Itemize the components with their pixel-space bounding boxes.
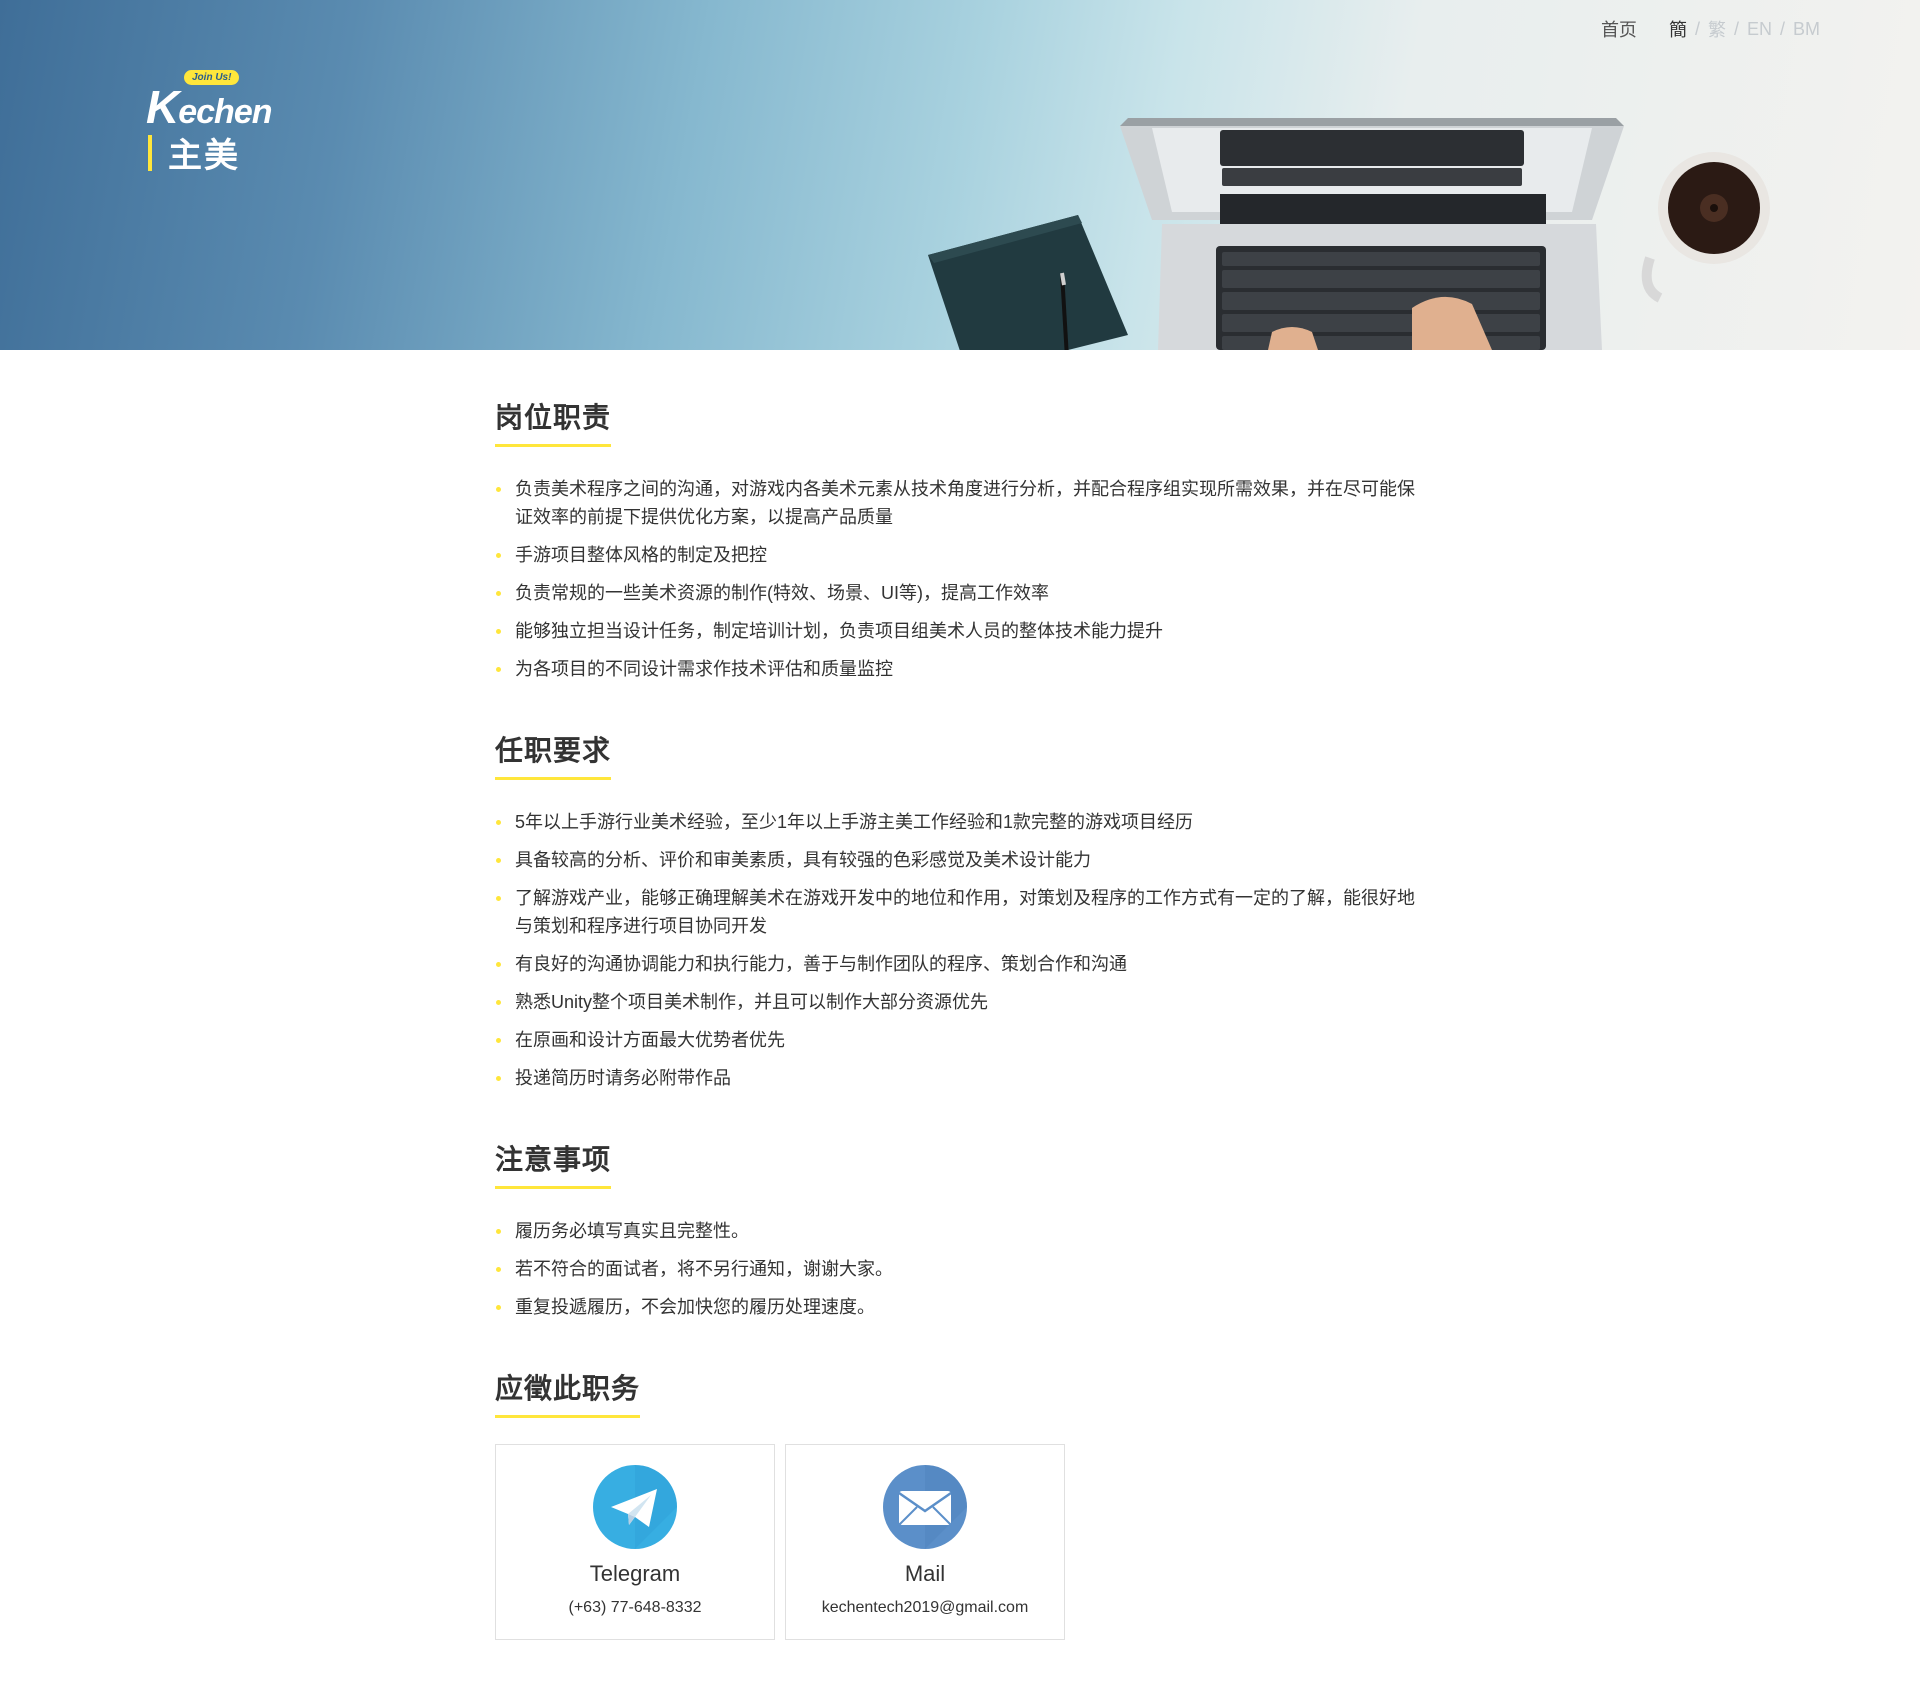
telegram-icon xyxy=(593,1465,677,1549)
list-item: 熟悉Unity整个项目美术制作，并且可以制作大部分资源优先 xyxy=(495,988,1425,1016)
notes-list: 履历务必填写真实且完整性。 若不符合的面试者，将不另行通知，谢谢大家。 重复投遞… xyxy=(495,1217,1425,1321)
notebook-illustration xyxy=(928,215,1128,350)
logo-wordmark: Kechen xyxy=(146,80,273,134)
page-title: 主美 xyxy=(168,137,240,175)
lang-separator: / xyxy=(1733,18,1739,39)
card-name: Mail xyxy=(904,1561,946,1586)
section-title: 应徵此职务 xyxy=(495,1367,641,1418)
card-value: kechentech2019@gmail.com xyxy=(821,1599,1029,1616)
list-item: 有良好的沟通协调能力和执行能力，善于与制作团队的程序、策划合作和沟通 xyxy=(495,950,1425,978)
hero-banner: Join Us! Kechen 主美 首页 簡 / 繁 / EN / BM xyxy=(0,0,1920,350)
requirements-list: 5年以上手游行业美术经验，至少1年以上手游主美工作经验和1款完整的游戏项目经历 … xyxy=(495,808,1425,1092)
list-item: 若不符合的面试者，将不另行通知，谢谢大家。 xyxy=(495,1255,1425,1283)
contact-cards: Telegram (+63) 77-648-8332 Mail kechente… xyxy=(495,1444,1425,1640)
logo-rest: echen xyxy=(178,93,272,131)
lang-separator: / xyxy=(1694,18,1700,39)
list-item: 投递简历时请务必附带作品 xyxy=(495,1064,1425,1092)
section-title: 任职要求 xyxy=(495,729,612,780)
list-item: 在原画和设计方面最大优势者优先 xyxy=(495,1026,1425,1054)
section-responsibilities: 岗位职责 负责美术程序之间的沟通，对游戏内各美术元素从技术角度进行分析，并配合程… xyxy=(495,396,1425,683)
responsibilities-list: 负责美术程序之间的沟通，对游戏内各美术元素从技术角度进行分析，并配合程序组实现所… xyxy=(495,475,1425,683)
list-item: 了解游戏产业，能够正确理解美术在游戏开发中的地位和作用，对策划及程序的工作方式有… xyxy=(495,884,1425,940)
top-nav: 首页 簡 / 繁 / EN / BM xyxy=(1601,16,1820,42)
section-title: 岗位职责 xyxy=(495,396,612,447)
card-name: Telegram xyxy=(589,1561,681,1586)
lang-english[interactable]: EN xyxy=(1747,19,1772,40)
lang-simplified[interactable]: 簡 xyxy=(1669,16,1687,42)
logo-k: K xyxy=(146,81,179,133)
coffee-mug-illustration xyxy=(1641,152,1770,303)
card-value: (+63) 77-648-8332 xyxy=(568,1599,702,1616)
list-item: 负责美术程序之间的沟通，对游戏内各美术元素从技术角度进行分析，并配合程序组实现所… xyxy=(495,475,1425,531)
list-item: 履历务必填写真实且完整性。 xyxy=(495,1217,1425,1245)
list-item: 手游项目整体风格的制定及把控 xyxy=(495,541,1425,569)
job-content: 岗位职责 负责美术程序之间的沟通，对游戏内各美术元素从技术角度进行分析，并配合程… xyxy=(495,350,1425,1640)
list-item: 负责常规的一些美术资源的制作(特效、场景、UI等)，提高工作效率 xyxy=(495,579,1425,607)
laptop-illustration xyxy=(1120,118,1624,350)
list-item: 为各项目的不同设计需求作技术评估和质量监控 xyxy=(495,655,1425,683)
list-item: 具备较高的分析、评价和审美素质，具有较强的色彩感觉及美术设计能力 xyxy=(495,846,1425,874)
list-item: 能够独立担当设计任务，制定培训计划，负责项目组美术人员的整体技术能力提升 xyxy=(495,617,1425,645)
list-item: 重复投遞履历，不会加快您的履历处理速度。 xyxy=(495,1293,1425,1321)
mail-icon xyxy=(883,1465,967,1549)
page-title-row: 主美 xyxy=(148,128,240,177)
list-item: 5年以上手游行业美术经验，至少1年以上手游主美工作经验和1款完整的游戏项目经历 xyxy=(495,808,1425,836)
nav-home-link[interactable]: 首页 xyxy=(1601,16,1637,42)
lang-malay[interactable]: BM xyxy=(1793,19,1820,40)
section-notes: 注意事项 履历务必填写真实且完整性。 若不符合的面试者，将不另行通知，谢谢大家。… xyxy=(495,1138,1425,1321)
title-accent-bar xyxy=(148,134,152,171)
section-requirements: 任职要求 5年以上手游行业美术经验，至少1年以上手游主美工作经验和1款完整的游戏… xyxy=(495,729,1425,1092)
telegram-card[interactable]: Telegram (+63) 77-648-8332 xyxy=(495,1444,775,1640)
lang-separator: / xyxy=(1779,18,1785,39)
mail-card[interactable]: Mail kechentech2019@gmail.com xyxy=(785,1444,1065,1640)
section-apply: 应徵此职务 Telegram (+63) 77-648-8332 Mail ke… xyxy=(495,1367,1425,1640)
lang-traditional[interactable]: 繁 xyxy=(1708,16,1726,42)
section-title: 注意事项 xyxy=(495,1138,612,1189)
